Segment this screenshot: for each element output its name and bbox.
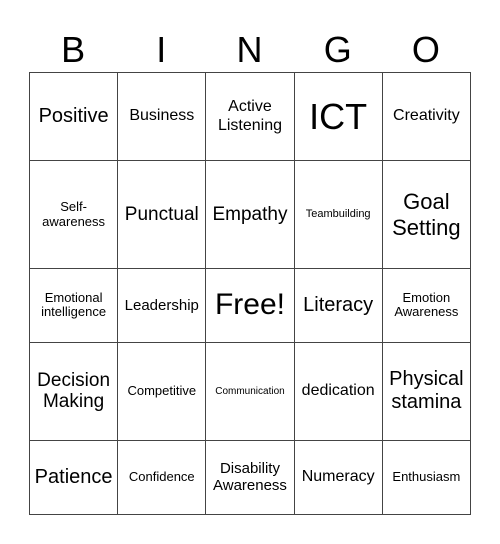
bingo-row: Emotional intelligence Leadership Free! … [28, 267, 472, 343]
bingo-cell[interactable]: Physical stamina [381, 341, 472, 441]
bingo-cell[interactable]: Enthusiasm [381, 439, 472, 516]
bingo-cell[interactable]: Business [117, 71, 207, 162]
header-letter-g: G [323, 29, 352, 70]
bingo-cell[interactable]: Creativity [381, 71, 472, 162]
bingo-cell[interactable]: Literacy [293, 267, 383, 343]
header-letter-o: O [411, 29, 440, 70]
bingo-cell[interactable]: Goal Setting [381, 160, 472, 269]
bingo-cell[interactable]: Emotional intelligence [28, 267, 119, 343]
bingo-cell[interactable]: ICT [293, 71, 383, 162]
header-letter-n: N [236, 29, 263, 70]
bingo-row: Self-awareness Punctual Empathy Teambuil… [28, 160, 472, 269]
bingo-cell[interactable]: Punctual [117, 160, 207, 269]
bingo-cell[interactable]: Disability Awareness [205, 439, 295, 516]
bingo-cell[interactable]: Emotion Awareness [381, 267, 472, 343]
bingo-cell[interactable]: Decision Making [28, 341, 119, 441]
header-letter-b: B [61, 29, 86, 70]
bingo-card: Positive Business Active Listening ICT C… [28, 71, 472, 516]
bingo-row: Decision Making Competitive Communicatio… [28, 341, 472, 441]
bingo-cell[interactable]: Teambuilding [293, 160, 383, 269]
bingo-cell[interactable]: Competitive [117, 341, 207, 441]
bingo-cell[interactable]: Confidence [117, 439, 207, 516]
bingo-cell[interactable]: Empathy [205, 160, 295, 269]
bingo-cell[interactable]: Leadership [117, 267, 207, 343]
bingo-cell[interactable]: Self-awareness [28, 160, 119, 269]
bingo-cell[interactable]: Active Listening [205, 71, 295, 162]
bingo-cell[interactable]: Numeracy [293, 439, 383, 516]
bingo-cell[interactable]: Communication [205, 341, 295, 441]
header-letter-i: I [156, 29, 167, 70]
free-space-cell[interactable]: Free! [205, 267, 295, 343]
bingo-row: Patience Confidence Disability Awareness… [28, 439, 472, 516]
bingo-header: B I N G O [29, 28, 470, 72]
bingo-cell[interactable]: Positive [28, 71, 119, 162]
bingo-cell[interactable]: Patience [28, 439, 119, 516]
bingo-row: Positive Business Active Listening ICT C… [28, 71, 472, 162]
bingo-cell[interactable]: dedication [293, 341, 383, 441]
